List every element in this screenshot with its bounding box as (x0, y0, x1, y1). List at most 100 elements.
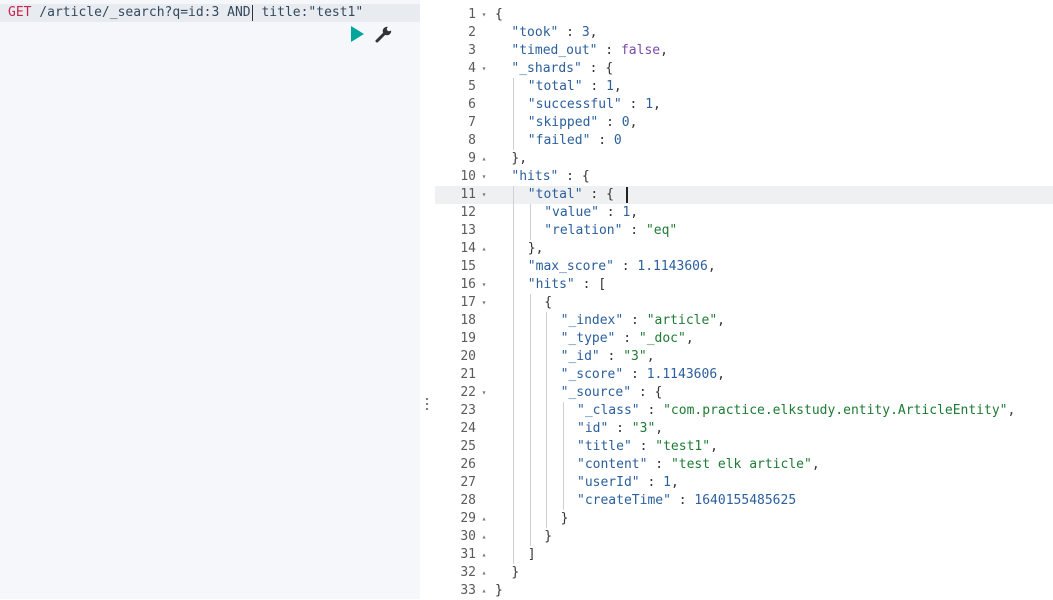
code-line[interactable]: 25 "title" : "test1", (435, 438, 1053, 456)
token: , (811, 457, 820, 472)
code-line[interactable]: 5 "total" : 1, (435, 78, 1053, 96)
fold-close-icon[interactable]: ▴ (479, 564, 489, 582)
code-line[interactable]: 32 ▴} (435, 564, 1053, 582)
token: : (622, 223, 646, 238)
code-line[interactable]: 16 ▾ "hits" : [ (435, 276, 1053, 294)
code-line[interactable]: 17 ▾ { (435, 294, 1053, 312)
code-line[interactable]: 10 ▾ "hits" : { (435, 168, 1053, 186)
code-text: "title" : "test1", (577, 438, 718, 456)
code-line[interactable]: 31 ▴] (435, 546, 1053, 564)
code-line[interactable]: 20 "_id" : "3", (435, 348, 1053, 366)
token: "successful" (527, 97, 622, 112)
code-line[interactable]: 21 "_score" : 1.1143606, (435, 366, 1053, 384)
code-text: } (561, 510, 569, 528)
indent-guide (513, 276, 515, 294)
code-line[interactable]: 18 "_index" : "article", (435, 312, 1053, 330)
fold-close-icon[interactable]: ▴ (479, 582, 489, 600)
token: : (608, 421, 632, 436)
token: false (620, 43, 661, 58)
indent-guide (513, 114, 515, 132)
token: "took" (511, 25, 559, 40)
line-number: 19 (460, 331, 476, 346)
token: } (560, 511, 569, 526)
code-line[interactable]: 24 "id" : "3", (435, 420, 1053, 438)
code-line[interactable]: 33 ▴} (435, 582, 1053, 600)
code-line[interactable]: 8 "failed" : 0 (435, 132, 1053, 150)
line-number: 24 (460, 421, 476, 436)
request-url-part-1: /article/_search?q=id:3 AND (31, 5, 251, 20)
code-line[interactable]: 30 ▴} (435, 528, 1053, 546)
code-line[interactable]: 27 "userId" : 1, (435, 474, 1053, 492)
code-line[interactable]: 26 "content" : "test elk article", (435, 456, 1053, 474)
code-line[interactable]: 15 "max_score" : 1.1143606, (435, 258, 1053, 276)
request-editor[interactable]: GET /article/_search?q=id:3 AND title:"t… (0, 0, 420, 599)
token: : (598, 205, 623, 220)
http-method: GET (8, 5, 32, 20)
token: "test1" (655, 439, 711, 454)
token: "_doc" (638, 331, 686, 346)
code-line[interactable]: 6 "successful" : 1, (435, 96, 1053, 114)
fold-close-icon[interactable]: ▴ (479, 510, 489, 528)
fold-open-icon[interactable]: ▾ (479, 276, 489, 294)
token: 1 (645, 97, 654, 112)
code-line[interactable]: 23 "_class" : "com.practice.elkstudy.enti… (435, 402, 1053, 420)
request-url-part-2: title:"test1" (253, 5, 364, 20)
line-number: 12 (460, 205, 476, 220)
fold-open-icon[interactable]: ▾ (479, 60, 489, 78)
indent-guide (529, 204, 531, 222)
code-line[interactable]: 9 ▴}, (435, 150, 1053, 168)
indent-guide (513, 474, 515, 492)
wrench-icon[interactable] (375, 25, 393, 43)
code-line[interactable]: 19 "_type" : "_doc", (435, 330, 1053, 348)
code-text: "content" : "test elk article", (577, 456, 820, 474)
indent-guide (513, 132, 515, 150)
code-line[interactable]: 11 ▾ "total" : { (435, 186, 1053, 204)
token: : { (558, 169, 590, 184)
token: , (655, 421, 664, 436)
fold-open-icon[interactable]: ▾ (479, 168, 489, 186)
fold-close-icon[interactable]: ▴ (479, 546, 489, 564)
code-line[interactable]: 1 ▾ { (435, 6, 1053, 24)
code-line[interactable]: 13 "relation" : "eq" (435, 222, 1053, 240)
code-line[interactable]: 29 ▴} (435, 510, 1053, 528)
code-line[interactable]: 14 ▴}, (435, 240, 1053, 258)
code-text: } (495, 582, 503, 600)
fold-open-icon[interactable]: ▾ (479, 6, 489, 24)
request-line[interactable]: GET /article/_search?q=id:3 AND title:"t… (0, 4, 420, 22)
fold-open-icon[interactable]: ▾ (479, 186, 489, 204)
fold-close-icon[interactable]: ▴ (479, 240, 489, 258)
fold-open-icon[interactable]: ▾ (479, 384, 489, 402)
code-line[interactable]: 7 "skipped" : 0, (435, 114, 1053, 132)
indent-guide (529, 348, 531, 366)
token: "hits" (511, 169, 559, 184)
response-viewer[interactable]: 1 ▾{2 "took" : 3, 3 "timed_out" : false, 4 ▾ "_… (435, 6, 1053, 600)
code-line[interactable]: 12 "value" : 1, (435, 204, 1053, 222)
indent-guide (546, 384, 548, 402)
code-line[interactable]: 2 "took" : 3, (435, 24, 1053, 42)
play-icon[interactable] (348, 25, 366, 43)
code-text: "hits" : [ (528, 276, 606, 294)
token: "hits" (527, 277, 575, 292)
code-text: ] (528, 546, 536, 564)
token: : (623, 367, 647, 382)
code-line[interactable]: 4 ▾ "_shards" : { (435, 60, 1053, 78)
splitter-handle[interactable] (421, 394, 433, 414)
token: "_source" (560, 385, 632, 400)
code-line[interactable]: 3 "timed_out" : false, (435, 42, 1053, 60)
token: "value" (544, 205, 599, 220)
token: } (544, 529, 553, 544)
line-number: 4 (468, 61, 476, 76)
code-line[interactable]: 22 ▾ "_source" : { (435, 384, 1053, 402)
indent-guide (562, 438, 564, 456)
line-number: 23 (460, 403, 476, 418)
fold-close-icon[interactable]: ▴ (479, 150, 489, 168)
token: "total" (527, 79, 583, 94)
token: 1 (663, 475, 671, 490)
code-line[interactable]: 28 "createTime" : 1640155485625 (435, 492, 1053, 510)
fold-close-icon[interactable]: ▴ (479, 528, 489, 546)
fold-open-icon[interactable]: ▾ (479, 294, 489, 312)
line-number: 32 (460, 565, 476, 580)
token: : (631, 439, 656, 454)
token: : (558, 25, 582, 40)
indent-guide (513, 456, 515, 474)
